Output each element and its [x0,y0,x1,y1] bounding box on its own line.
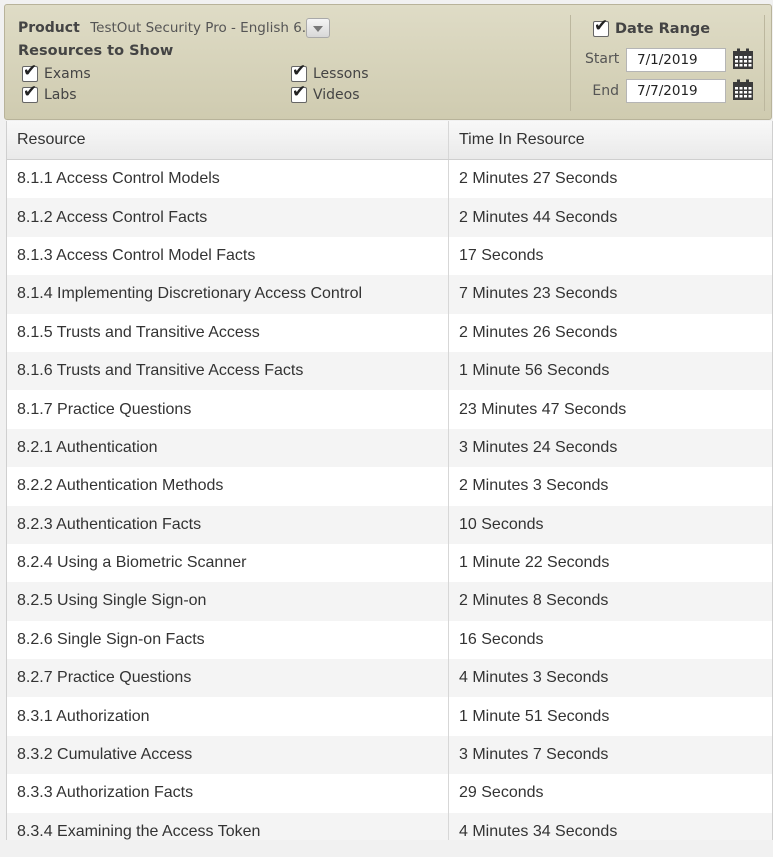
checkbox-checked-icon[interactable] [291,61,307,82]
time-cell: 4 Minutes 34 Seconds [459,822,618,840]
resources-title: Resources to Show [18,43,174,59]
resource-table: Resource Time In Resource 8.1.1 Access C… [6,121,773,840]
calendar-icon[interactable] [732,79,754,101]
checkbox-checked-icon[interactable] [22,82,38,103]
time-cell: 2 Minutes 3 Seconds [459,477,609,495]
column-header-time[interactable]: Time In Resource [449,121,772,159]
date-range-label: Date Range [615,21,711,37]
time-cell: 1 Minute 22 Seconds [459,554,610,572]
start-date-input[interactable]: 7/1/2019 [626,48,726,72]
table-row[interactable]: 8.3.2 Cumulative Access 3 Minutes 7 Secon… [7,735,772,775]
table-row[interactable]: 8.1.3 Access Control Model Facts 17 Secon… [7,236,772,276]
start-label: Start [585,51,620,67]
time-cell: 2 Minutes 8 Seconds [459,592,609,610]
table-row[interactable]: 8.2.4 Using a Biometric Scanner 1 Minute … [7,543,772,583]
product-selector: Product TestOut Security Pro - English 6… [18,20,328,36]
time-cell: 7 Minutes 23 Seconds [459,285,618,303]
resource-cell: 8.1.4 Implementing Discretionary Access … [7,275,449,314]
column-header-resource[interactable]: Resource [7,121,449,159]
table-row[interactable]: 8.1.4 Implementing Discretionary Access … [7,275,772,314]
filter-panel: Product TestOut Security Pro - English 6… [4,4,772,120]
resource-cell: 8.1.3 Access Control Model Facts [7,236,449,276]
table-row[interactable]: 8.1.6 Trusts and Transitive Access Facts… [7,351,772,391]
table-row[interactable]: 8.2.6 Single Sign-on Facts 16 Seconds [7,620,772,660]
resource-cell: 8.1.5 Trusts and Transitive Access [7,313,449,352]
table-body: 8.1.1 Access Control Models 2 Minutes 27 … [7,160,772,840]
table-row[interactable]: 8.2.2 Authentication Methods 2 Minutes 3 … [7,467,772,506]
product-value[interactable]: TestOut Security Pro - English 6.0.4 [90,20,327,36]
resource-cell: 8.3.4 Examining the Access Token [7,812,449,840]
table-row[interactable]: 8.1.5 Trusts and Transitive Access 2 Minu… [7,313,772,352]
resource-cell: 8.1.6 Trusts and Transitive Access Facts [7,351,449,391]
videos-checkbox[interactable]: Videos [291,82,360,103]
resource-cell: 8.3.1 Authorization [7,697,449,736]
labs-checkbox[interactable]: Labs [22,82,77,103]
calendar-icon[interactable] [732,48,754,70]
date-range-toggle[interactable]: Date Range [593,16,711,37]
time-cell: 2 Minutes 26 Seconds [459,323,618,341]
time-cell: 1 Minute 51 Seconds [459,707,610,725]
end-label: End [592,83,619,99]
table-row[interactable]: 8.2.3 Authentication Facts 10 Seconds [7,505,772,544]
resource-cell: 8.1.7 Practice Questions [7,390,449,429]
time-cell: 2 Minutes 27 Seconds [459,170,618,188]
panel-divider [764,15,765,111]
table-row[interactable]: 8.2.7 Practice Questions 4 Minutes 3 Seco… [7,659,772,698]
time-cell: 3 Minutes 7 Seconds [459,746,609,764]
checkbox-checked-icon[interactable] [593,16,609,37]
product-dropdown-button[interactable] [306,18,330,38]
resource-cell: 8.2.3 Authentication Facts [7,505,449,544]
resource-cell: 8.1.2 Access Control Facts [7,198,449,237]
resource-cell: 8.1.1 Access Control Models [7,160,449,199]
resource-cell: 8.2.4 Using a Biometric Scanner [7,543,449,583]
product-label: Product [18,20,80,36]
exams-checkbox[interactable]: Exams [22,61,91,82]
videos-label: Videos [313,87,360,103]
checkbox-checked-icon[interactable] [291,82,307,103]
resource-cell: 8.3.3 Authorization Facts [7,774,449,813]
table-row[interactable]: 8.3.3 Authorization Facts 29 Seconds [7,774,772,813]
lessons-label: Lessons [313,66,369,82]
panel-divider [570,15,571,111]
table-row[interactable]: 8.3.1 Authorization 1 Minute 51 Seconds [7,697,772,736]
table-row[interactable]: 8.2.5 Using Single Sign-on 2 Minutes 8 Se… [7,582,772,621]
time-cell: 10 Seconds [459,515,544,533]
table-row[interactable]: 8.1.7 Practice Questions 23 Minutes 47 Se… [7,390,772,429]
resource-cell: 8.2.5 Using Single Sign-on [7,582,449,621]
resource-cell: 8.3.2 Cumulative Access [7,735,449,775]
time-cell: 1 Minute 56 Seconds [459,362,610,380]
page-footer [0,840,773,857]
time-cell: 17 Seconds [459,246,544,264]
exams-label: Exams [44,66,91,82]
resource-cell: 8.2.2 Authentication Methods [7,467,449,506]
resource-cell: 8.2.6 Single Sign-on Facts [7,620,449,660]
table-row[interactable]: 8.2.1 Authentication 3 Minutes 24 Seconds [7,428,772,468]
time-cell: 29 Seconds [459,784,544,802]
time-cell: 2 Minutes 44 Seconds [459,208,618,226]
time-cell: 23 Minutes 47 Seconds [459,400,627,418]
time-cell: 3 Minutes 24 Seconds [459,438,618,456]
labs-label: Labs [44,87,77,103]
resource-cell: 8.2.1 Authentication [7,428,449,468]
end-date-input[interactable]: 7/7/2019 [626,79,726,103]
table-row[interactable]: 8.3.4 Examining the Access Token 4 Minute… [7,812,772,840]
table-row[interactable]: 8.1.1 Access Control Models 2 Minutes 27 … [7,160,772,199]
table-header: Resource Time In Resource [7,121,772,160]
time-cell: 4 Minutes 3 Seconds [459,669,609,687]
table-row[interactable]: 8.1.2 Access Control Facts 2 Minutes 44 S… [7,198,772,237]
lessons-checkbox[interactable]: Lessons [291,61,369,82]
checkbox-checked-icon[interactable] [22,61,38,82]
resource-cell: 8.2.7 Practice Questions [7,659,449,698]
time-cell: 16 Seconds [459,630,544,648]
